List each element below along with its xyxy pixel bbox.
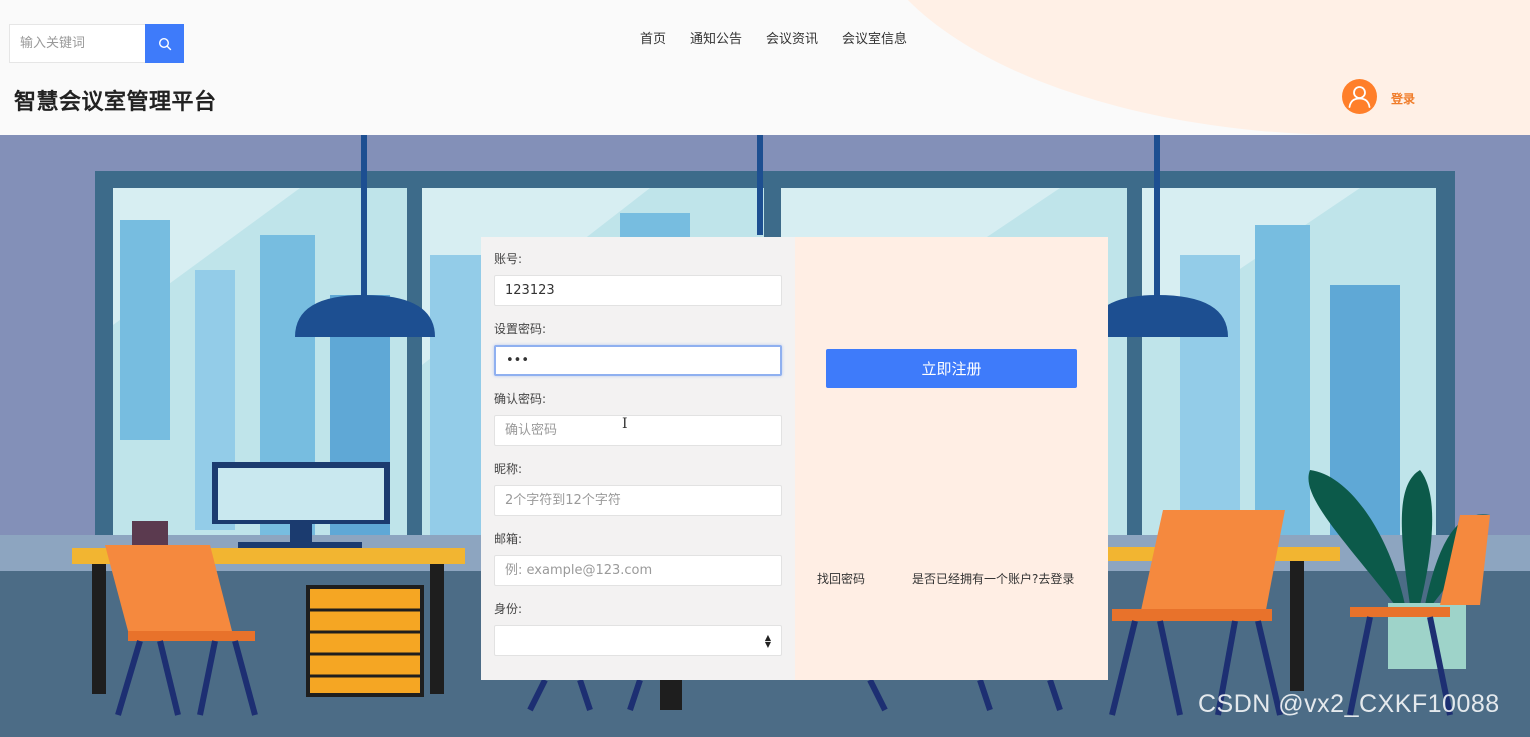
header-decoration xyxy=(860,0,1530,135)
register-actions: 立即注册 找回密码 是否已经拥有一个账户?去登录 xyxy=(795,237,1108,680)
nav-item-home[interactable]: 首页 xyxy=(628,30,678,50)
nav-item-room-info[interactable]: 会议室信息 xyxy=(830,30,919,50)
select-caret-icon: ▲ ▼ xyxy=(764,633,771,649)
go-login-link[interactable]: 是否已经拥有一个账户?去登录 xyxy=(912,570,1074,587)
password-input[interactable] xyxy=(494,345,782,376)
search-icon xyxy=(158,37,171,50)
email-label: 邮箱: xyxy=(494,532,523,546)
email-input[interactable] xyxy=(494,555,782,586)
site-title: 智慧会议室管理平台 xyxy=(14,90,217,115)
login-link[interactable]: 登录 xyxy=(1391,90,1415,107)
main-nav: 首页 通知公告 会议资讯 会议室信息 xyxy=(628,30,919,50)
account-input[interactable] xyxy=(494,275,782,306)
user-icon xyxy=(1348,86,1371,108)
register-form: 账号: 设置密码: 确认密码: 昵称: 邮箱: 身份: ▲▼ xyxy=(481,237,795,680)
confirm-password-input[interactable] xyxy=(494,415,782,446)
search-button[interactable] xyxy=(145,24,184,63)
nav-item-meeting-news[interactable]: 会议资讯 xyxy=(754,30,830,50)
role-select[interactable]: ▲ ▼ xyxy=(494,625,782,656)
account-label: 账号: xyxy=(494,252,523,266)
password-label: 设置密码: xyxy=(494,322,547,336)
nickname-input[interactable] xyxy=(494,485,782,516)
forgot-password-link[interactable]: 找回密码 xyxy=(817,570,865,587)
role-label: 身份: xyxy=(494,602,523,616)
nav-item-notices[interactable]: 通知公告 xyxy=(678,30,754,50)
nickname-label: 昵称: xyxy=(494,462,523,476)
confirm-password-label: 确认密码: xyxy=(494,392,547,406)
search-input[interactable] xyxy=(9,24,145,63)
search-bar xyxy=(9,24,184,63)
text-cursor-icon: I xyxy=(622,416,628,432)
site-header: 首页 通知公告 会议资讯 会议室信息 智慧会议室管理平台 登录 xyxy=(0,0,1530,135)
avatar[interactable] xyxy=(1342,79,1377,114)
register-button[interactable]: 立即注册 xyxy=(826,349,1077,388)
register-panel: 账号: 设置密码: 确认密码: 昵称: 邮箱: 身份: ▲▼ 立即注册 找回密码… xyxy=(481,237,1108,680)
watermark: CSDN @vx2_CXKF10088 xyxy=(1198,690,1500,718)
